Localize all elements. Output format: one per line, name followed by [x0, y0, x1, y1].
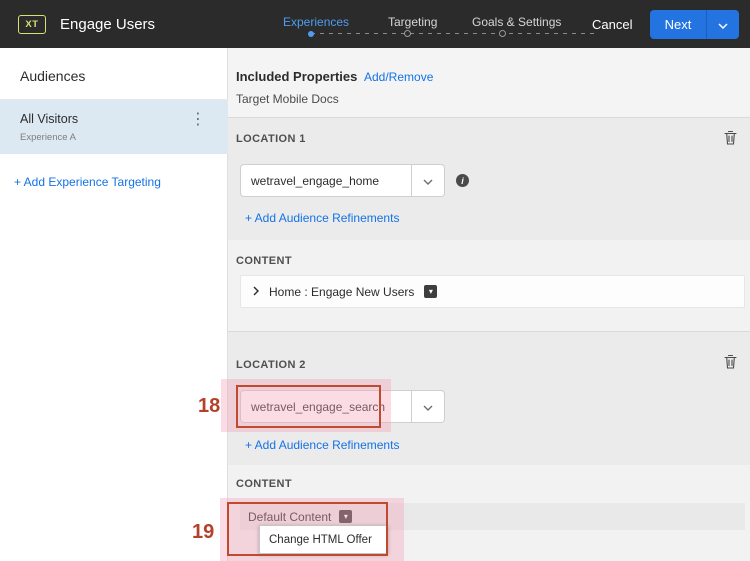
sidebar-heading: Audiences — [20, 68, 86, 84]
content-1-value: Home : Engage New Users — [269, 284, 415, 299]
add-experience-targeting-link[interactable]: + Add Experience Targeting — [14, 175, 161, 189]
content-1-row[interactable]: Home : Engage New Users ▾ — [240, 275, 745, 308]
next-dropdown-button[interactable] — [706, 10, 739, 39]
next-split-button: Next — [650, 10, 739, 39]
experience-editor-panel: Included Properties Add/Remove Target Mo… — [228, 48, 750, 561]
content-2-popout-icon[interactable]: ▾ — [339, 510, 353, 523]
activity-title: Engage Users — [60, 16, 156, 33]
location-1-dropdown-button[interactable] — [412, 164, 445, 197]
step-progress-track — [311, 33, 599, 34]
location-2-input[interactable] — [240, 390, 412, 423]
chevron-right-icon — [253, 283, 259, 301]
more-options-icon[interactable]: ⋮ — [190, 112, 206, 128]
included-properties-label: Included Properties — [236, 69, 358, 84]
location-1-combobox — [240, 164, 445, 197]
location-2-dropdown-button[interactable] — [412, 390, 445, 423]
content-2-label: CONTENT — [236, 478, 292, 490]
callout-19-number: 19 — [192, 521, 215, 543]
info-icon[interactable]: i — [456, 174, 469, 187]
location-2-add-refinements-link[interactable]: + Add Audience Refinements — [245, 438, 399, 452]
audience-title: All Visitors — [20, 112, 79, 126]
step-dot-targeting — [404, 30, 411, 37]
audience-experience-label: Experience A — [20, 132, 76, 143]
chevron-down-icon — [423, 173, 433, 188]
location-2-label: LOCATION 2 — [236, 359, 306, 371]
trash-icon — [724, 354, 737, 372]
chevron-down-icon — [718, 17, 728, 32]
audiences-sidebar: Audiences All Visitors Experience A ⋮ + … — [0, 48, 228, 561]
content-2-value: Default Content — [248, 509, 332, 524]
tab-targeting[interactable]: Targeting — [388, 15, 437, 29]
location-1-label: LOCATION 1 — [236, 133, 306, 145]
delete-location-1-button[interactable] — [722, 128, 739, 150]
audience-item-all-visitors[interactable]: All Visitors Experience A ⋮ — [0, 100, 228, 154]
menu-item-change-html-offer[interactable]: Change HTML Offer — [260, 526, 387, 553]
callout-18-number: 18 — [198, 395, 221, 417]
included-properties-value: Target Mobile Docs — [236, 92, 339, 106]
step-dot-experiences — [308, 31, 314, 37]
step-dot-goals — [499, 30, 506, 37]
content-1-label: CONTENT — [236, 255, 292, 267]
next-button[interactable]: Next — [650, 10, 706, 39]
content-1-popout-icon[interactable]: ▾ — [424, 285, 438, 298]
location-2-combobox — [240, 390, 445, 423]
chevron-down-icon — [423, 399, 433, 414]
location-1-add-refinements-link[interactable]: + Add Audience Refinements — [245, 211, 399, 225]
cancel-button[interactable]: Cancel — [584, 13, 640, 36]
delete-location-2-button[interactable] — [722, 352, 739, 374]
top-bar: XT Engage Users Experiences Targeting Go… — [0, 0, 750, 48]
trash-icon — [724, 130, 737, 148]
location-1-input[interactable] — [240, 164, 412, 197]
tab-goals-settings[interactable]: Goals & Settings — [472, 15, 561, 29]
tab-experiences[interactable]: Experiences — [283, 15, 349, 29]
content-options-menu: Change HTML Offer — [259, 525, 388, 554]
xt-activity-badge: XT — [18, 15, 46, 34]
add-remove-properties-link[interactable]: Add/Remove — [364, 70, 433, 84]
